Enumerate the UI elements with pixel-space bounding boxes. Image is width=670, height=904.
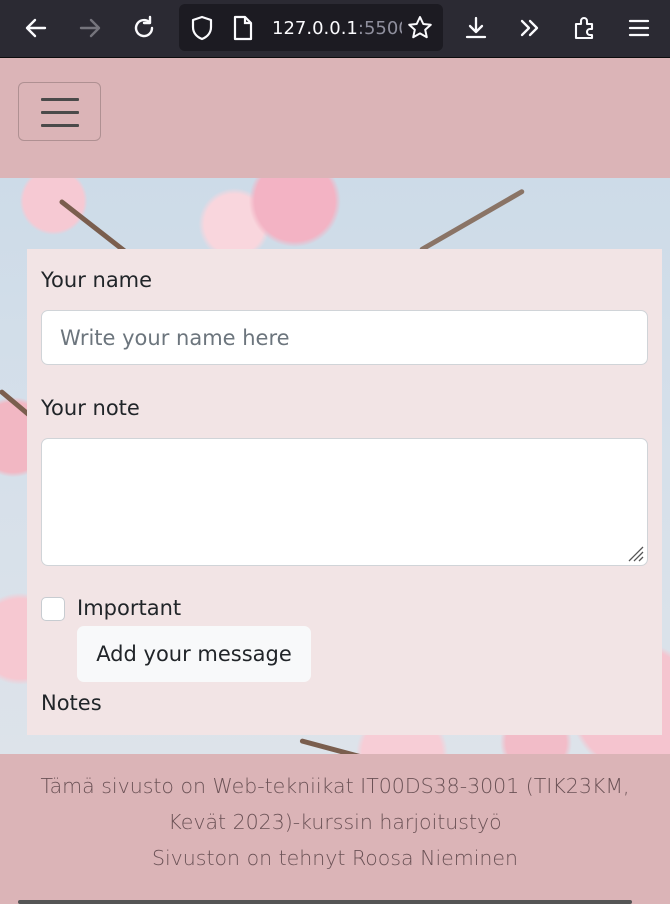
app-menu-icon[interactable] (621, 10, 657, 46)
url-port: :5500 (357, 18, 402, 39)
url-host: 127.0.0.1 (272, 18, 358, 39)
name-label: Your name (41, 268, 153, 292)
download-icon[interactable] (458, 10, 494, 46)
shield-icon[interactable] (189, 15, 215, 41)
notes-heading: Notes (41, 691, 102, 715)
forward-icon[interactable] (72, 10, 108, 46)
footer-course-text-continued: Kevät 2023)-kurssin harjoitustyö (168, 810, 502, 834)
more-tools-icon[interactable] (512, 10, 548, 46)
url-text: 127.0.0.1:5500 (272, 18, 402, 39)
horizontal-scrollbar[interactable] (18, 900, 632, 904)
note-textarea[interactable] (41, 438, 648, 566)
footer-course-text: Tämä sivusto on Web-tekniikat IT00DS38-3… (40, 774, 630, 798)
site-navbar (0, 58, 670, 178)
add-message-button[interactable]: Add your message (77, 626, 311, 682)
site-footer: Tämä sivusto on Web-tekniikat IT00DS38-3… (0, 754, 670, 904)
important-checkbox[interactable] (41, 597, 65, 621)
address-bar[interactable]: 127.0.0.1:5500 (179, 4, 443, 51)
note-label: Your note (41, 396, 140, 420)
reload-icon[interactable] (126, 10, 162, 46)
footer-author-text: Sivuston on tehnyt Roosa Nieminen (151, 846, 519, 870)
navbar-toggler-button[interactable] (18, 82, 101, 141)
resize-handle-icon[interactable] (624, 542, 644, 562)
back-icon[interactable] (18, 10, 54, 46)
important-label[interactable]: Important (77, 596, 181, 620)
name-input[interactable] (41, 310, 648, 365)
extensions-icon[interactable] (567, 10, 603, 46)
browser-toolbar: 127.0.0.1:5500 (0, 0, 670, 57)
bookmark-star-icon[interactable] (407, 15, 433, 41)
page-icon (232, 15, 254, 41)
